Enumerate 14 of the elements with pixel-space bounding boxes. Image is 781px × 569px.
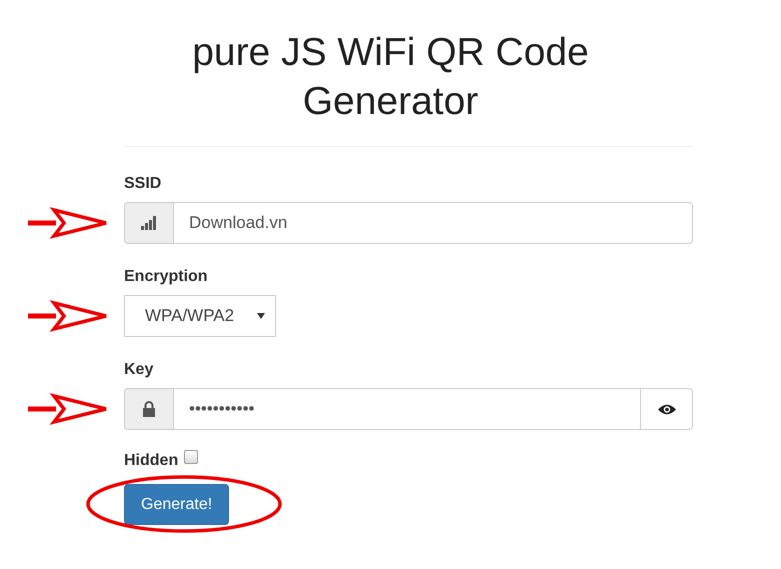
select-field[interactable]: WPA/WPA2 [124,295,276,337]
checkbox[interactable] [184,450,198,464]
generate-button[interactable]: Generate! [124,484,230,525]
signal-icon [124,202,174,244]
page-title: pure JS WiFi QR Code Generator [191,30,590,125]
input-field[interactable]: Download.vn [174,202,693,244]
field-label: Encryption [124,268,209,286]
checkbox-label: Hidden [124,452,178,470]
input-field[interactable]: ••••••••••• [174,388,641,430]
eye-icon[interactable] [641,388,693,430]
field-label: SSID [124,175,162,193]
field-label: Key [124,361,154,379]
caret-icon [257,313,265,319]
lock-icon [124,388,174,430]
